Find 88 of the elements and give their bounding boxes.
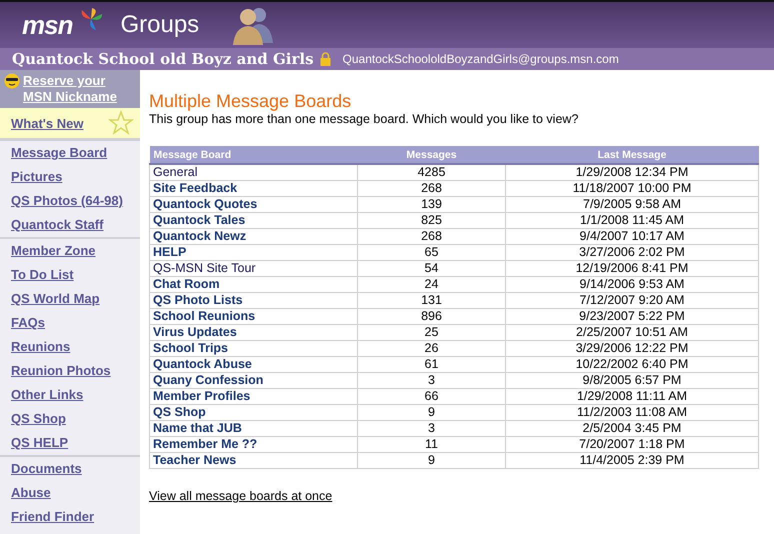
table-cell: 3: [358, 420, 506, 436]
board-link[interactable]: School Trips: [150, 340, 358, 356]
nav-link[interactable]: Reunion Photos: [11, 359, 111, 383]
nav-link[interactable]: QS Shop: [11, 407, 66, 431]
people-icon: [231, 5, 276, 45]
table-cell: 26: [358, 340, 506, 356]
table-cell: 10/22/2002 6:40 PM: [506, 356, 758, 372]
lock-icon: [320, 52, 331, 66]
whats-new-link[interactable]: What's New: [11, 116, 84, 130]
nav-link[interactable]: Reunions: [11, 335, 70, 359]
board-link[interactable]: Quantock Abuse: [150, 356, 358, 372]
table-cell: 4285: [358, 164, 506, 180]
product-name: Groups: [120, 11, 200, 39]
nav-link[interactable]: Message Board: [11, 141, 108, 165]
table-cell: 25: [358, 324, 506, 340]
table-cell: 1/29/2008 11:11 AM: [506, 388, 758, 404]
table-cell: 825: [358, 212, 506, 228]
table-cell: 9/23/2007 5:22 PM: [506, 308, 758, 324]
table-cell: 1/29/2008 12:34 PM: [506, 164, 758, 180]
nav-link[interactable]: QS HELP: [11, 431, 68, 455]
board-link[interactable]: Remember Me ??: [150, 436, 358, 452]
table-cell: 66: [358, 388, 506, 404]
board-link[interactable]: Virus Updates: [150, 324, 358, 340]
table-cell: 54: [358, 260, 506, 276]
table-cell: 12/19/2006 8:41 PM: [506, 260, 758, 276]
table-cell: 2/5/2004 3:45 PM: [506, 420, 758, 436]
table-cell: 139: [358, 196, 506, 212]
table-cell: 7/12/2007 9:20 AM: [506, 292, 758, 308]
column-header: Messages: [358, 146, 506, 164]
table-cell: 7/9/2005 9:58 AM: [506, 196, 758, 212]
nav-link[interactable]: Other Links: [11, 383, 84, 407]
table-cell: 61: [358, 356, 506, 372]
table-cell: 11/4/2005 2:39 PM: [506, 452, 758, 468]
table-cell: 9/14/2006 9:53 AM: [506, 276, 758, 292]
smiley-icon: [4, 73, 20, 89]
brand-logo[interactable]: msn: [22, 10, 72, 40]
table-cell: 3: [358, 372, 506, 388]
table-cell: 11: [358, 436, 506, 452]
star-icon: [108, 110, 134, 136]
table-cell: 7/20/2007 1:18 PM: [506, 436, 758, 452]
nav-link[interactable]: Member Zone: [11, 239, 96, 263]
nav-link[interactable]: QS Photos (64-98): [11, 189, 123, 213]
board-link[interactable]: QS Photo Lists: [150, 292, 358, 308]
group-name: Quantock School old Boyz and Girls: [12, 50, 314, 68]
table-cell: 65: [358, 244, 506, 260]
table-cell: 1/1/2008 11:45 AM: [506, 212, 758, 228]
view-all-link[interactable]: View all message boards at once: [149, 489, 332, 503]
nav-link[interactable]: Documents: [11, 457, 82, 481]
nav-link[interactable]: Quantock Staff: [11, 213, 104, 237]
intro-text: This group has more than one message board. Which would you like to view?: [149, 112, 580, 126]
board-link[interactable]: QS-MSN Site Tour: [150, 260, 358, 276]
board-link[interactable]: Name that JUB: [150, 420, 358, 436]
table-cell: 9/8/2005 6:57 PM: [506, 372, 758, 388]
table-cell: 3/27/2006 2:02 PM: [506, 244, 758, 260]
board-link[interactable]: Quany Confession: [150, 372, 358, 388]
table-cell: 9: [358, 404, 506, 420]
column-header: Last Message: [506, 146, 758, 164]
board-link[interactable]: Quantock Newz: [150, 228, 358, 244]
nav-link[interactable]: Friend Finder: [11, 505, 94, 529]
table-cell: 131: [358, 292, 506, 308]
board-link[interactable]: QS Shop: [150, 404, 358, 420]
table-cell: 24: [358, 276, 506, 292]
nav-link[interactable]: To Do List: [11, 263, 74, 287]
table-cell: 2/25/2007 10:51 AM: [506, 324, 758, 340]
board-link[interactable]: Site Feedback: [150, 180, 358, 196]
board-link[interactable]: Teacher News: [150, 452, 358, 468]
board-link[interactable]: General: [150, 164, 358, 180]
table-cell: 268: [358, 228, 506, 244]
column-header: Message Board: [150, 146, 358, 164]
nav-link[interactable]: QS World Map: [11, 287, 100, 311]
group-email: QuantockSchoololdBoyzandGirls@groups.msn.com: [342, 52, 619, 66]
table-cell: 9/4/2007 10:17 AM: [506, 228, 758, 244]
board-link[interactable]: Member Profiles: [150, 388, 358, 404]
board-link[interactable]: Chat Room: [150, 276, 358, 292]
table-cell: 3/29/2006 12:22 PM: [506, 340, 758, 356]
board-link[interactable]: Quantock Tales: [150, 212, 358, 228]
table-cell: 9: [358, 452, 506, 468]
nav-link[interactable]: FAQs: [11, 311, 45, 335]
board-link[interactable]: Quantock Quotes: [150, 196, 358, 212]
board-link[interactable]: HELP: [150, 244, 358, 260]
table-cell: 11/2/2003 11:08 AM: [506, 404, 758, 420]
nav-link[interactable]: Pictures: [11, 165, 62, 189]
table-cell: 896: [358, 308, 506, 324]
page-title: Multiple Message Boards: [149, 90, 352, 112]
table-cell: 11/18/2007 10:00 PM: [506, 180, 758, 196]
table-cell: 268: [358, 180, 506, 196]
nav-link[interactable]: Abuse: [11, 481, 51, 505]
board-link[interactable]: School Reunions: [150, 308, 358, 324]
